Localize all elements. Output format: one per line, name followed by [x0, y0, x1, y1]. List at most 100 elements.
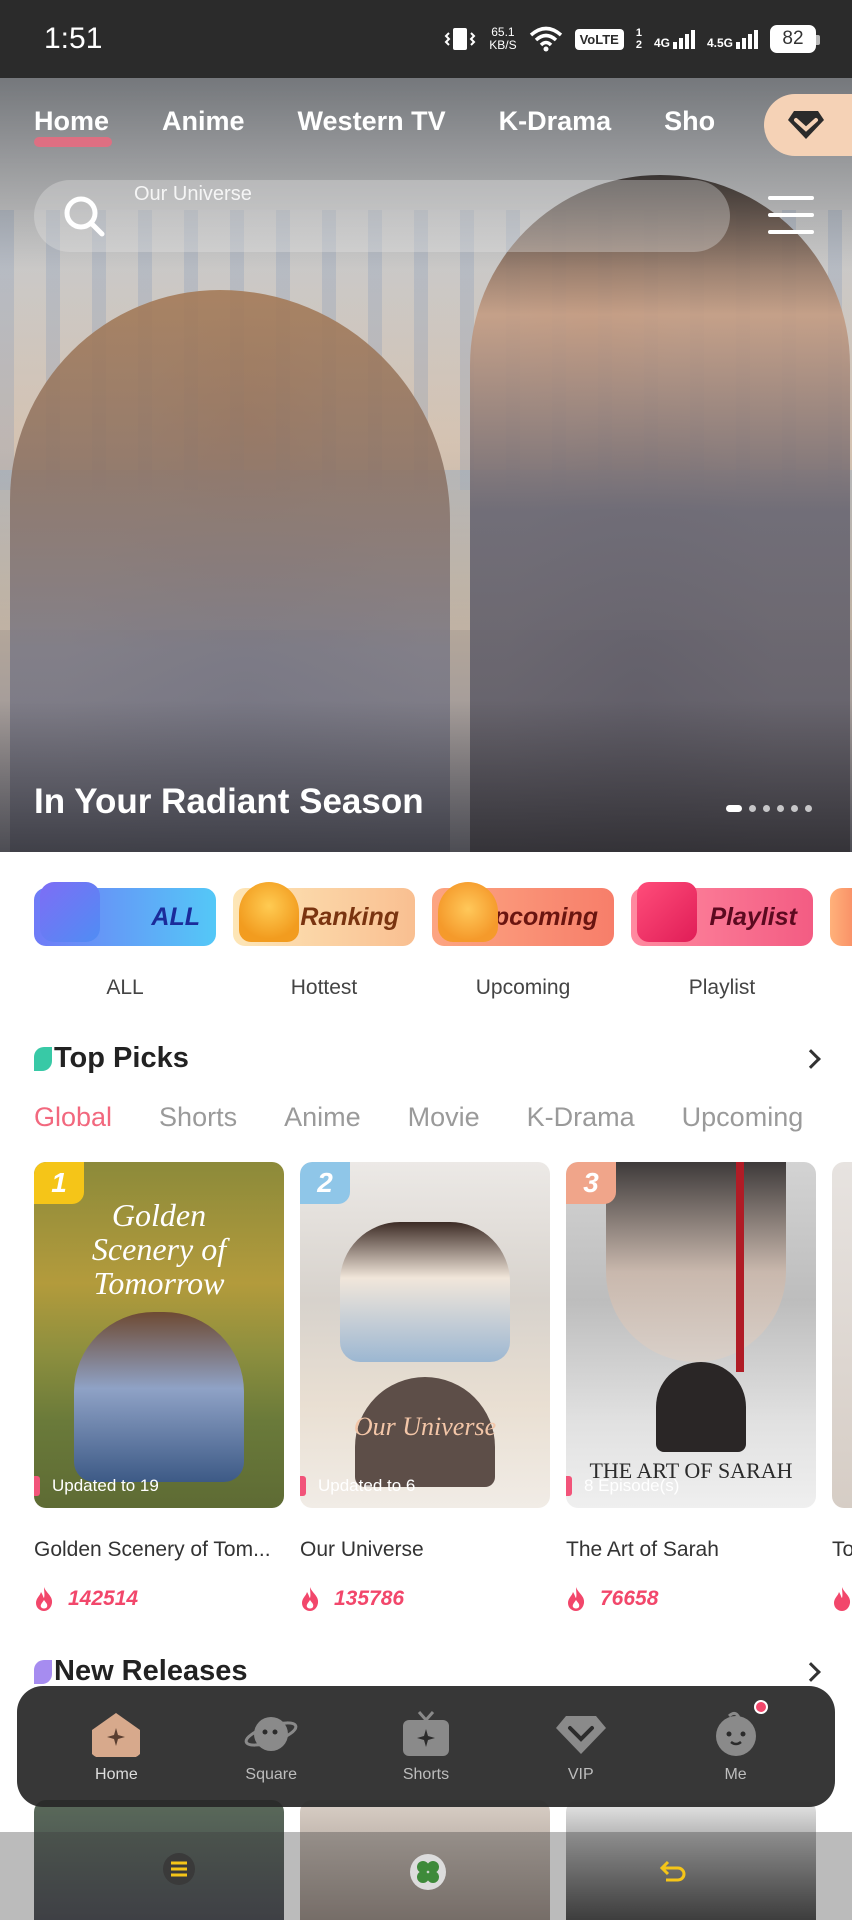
- battery-icon: 82: [770, 25, 820, 53]
- carousel-dots: [726, 805, 812, 812]
- signal-icon: [736, 30, 758, 49]
- category-label: Ranking: [300, 902, 399, 931]
- battery-level: 82: [782, 28, 804, 49]
- signal-1: 4G: [654, 29, 695, 49]
- signal-2: 4.5G: [707, 29, 758, 49]
- tab-anime[interactable]: Anime: [284, 1102, 361, 1133]
- category-label: ALL: [151, 902, 200, 931]
- carousel-dot[interactable]: [805, 805, 812, 812]
- carousel-dot[interactable]: [749, 805, 756, 812]
- menu-icon[interactable]: [768, 196, 814, 234]
- return-arrow-icon: [659, 1860, 686, 1882]
- tab-movie[interactable]: Movie: [408, 1102, 480, 1133]
- show-title[interactable]: Golden Scenery of Tom...: [34, 1538, 284, 1562]
- menu-lines-icon: [163, 1853, 195, 1885]
- heat-count: 135786: [300, 1586, 550, 1612]
- chevron-right-icon[interactable]: [801, 1661, 821, 1682]
- nav-label: Me: [724, 1765, 747, 1783]
- carousel-dot[interactable]: [763, 805, 770, 812]
- home-icon: [92, 1712, 141, 1757]
- poster-face: [606, 1162, 786, 1362]
- carousel-dot[interactable]: [726, 805, 742, 812]
- wifi-icon: [529, 26, 562, 52]
- show-card[interactable]: Our Universe 2 Updated to 6 Our Universe…: [300, 1162, 550, 1612]
- show-poster[interactable]: THE ART OF SARAH 3 8 Episode(s): [566, 1162, 816, 1508]
- show-card[interactable]: To: [832, 1162, 852, 1612]
- rank-badge: 1: [34, 1162, 84, 1204]
- network-speed-unit: KB/S: [489, 38, 517, 52]
- poster-figures: [74, 1312, 244, 1482]
- tab-k-drama[interactable]: K-Drama: [499, 106, 612, 137]
- show-card[interactable]: Golden Scenery of Tomorrow 1 Updated to …: [34, 1162, 284, 1612]
- rank-badge: 3: [566, 1162, 616, 1204]
- category-ranking-button[interactable]: Ranking: [233, 882, 415, 946]
- nav-vip[interactable]: VIP: [521, 1710, 641, 1784]
- category-shortcuts: ALL Ranking Upcoming Playlist: [34, 882, 813, 946]
- category-caption: Hottest: [290, 976, 358, 999]
- sim1-label: 1: [635, 27, 642, 39]
- calendar-icon: [40, 882, 100, 942]
- top-picks-tabs: Global Shorts Anime Movie K-Drama Upcomi…: [34, 1102, 803, 1133]
- rank-badge: 2: [300, 1162, 350, 1204]
- tab-shows[interactable]: Sho: [664, 106, 715, 137]
- poster-figure: [656, 1362, 746, 1452]
- vip-button[interactable]: [764, 94, 852, 156]
- show-poster[interactable]: [832, 1162, 852, 1508]
- nav-shorts[interactable]: Shorts: [366, 1710, 486, 1784]
- search-placeholder: Our Universe: [134, 182, 252, 205]
- category-upcoming-button[interactable]: Upcoming: [432, 882, 614, 946]
- nav-label: Shorts: [402, 1765, 450, 1783]
- category-all-button[interactable]: ALL: [34, 882, 216, 946]
- diamond-icon: [788, 111, 824, 139]
- poster-title-art: Our Universe: [353, 1412, 497, 1441]
- heat-count: 76658: [566, 1586, 816, 1612]
- category-more-button[interactable]: [830, 888, 852, 946]
- tab-shorts[interactable]: Shorts: [159, 1102, 237, 1133]
- show-title[interactable]: Our Universe: [300, 1538, 550, 1562]
- tab-anime[interactable]: Anime: [162, 106, 245, 137]
- tab-global[interactable]: Global: [34, 1102, 112, 1133]
- carousel-dot[interactable]: [777, 805, 784, 812]
- nav-label: Square: [245, 1765, 297, 1783]
- flame-icon: [302, 1587, 319, 1611]
- gesture-area: [0, 1832, 852, 1920]
- search-icon: [64, 196, 105, 237]
- nav-home[interactable]: Home: [56, 1710, 176, 1784]
- show-card[interactable]: THE ART OF SARAH 3 8 Episode(s) The Art …: [566, 1162, 816, 1612]
- trophy-icon: [239, 882, 299, 942]
- update-status: Updated to 19: [34, 1476, 159, 1496]
- carousel-dot[interactable]: [791, 805, 798, 812]
- show-poster[interactable]: Golden Scenery of Tomorrow 1 Updated to …: [34, 1162, 284, 1508]
- update-status: 8 Episode(s): [566, 1476, 679, 1496]
- category-label: Playlist: [709, 902, 797, 931]
- show-title[interactable]: The Art of Sarah: [566, 1538, 816, 1562]
- section-title: New Releases: [54, 1655, 248, 1687]
- chevron-right-icon[interactable]: [801, 1048, 821, 1069]
- flame-icon: [834, 1587, 851, 1611]
- new-releases-header[interactable]: New Releases: [34, 1655, 821, 1688]
- face-icon: [715, 1711, 756, 1756]
- show-poster[interactable]: Our Universe 2 Updated to 6: [300, 1162, 550, 1508]
- hero-title[interactable]: In Your Radiant Season: [34, 782, 424, 822]
- nav-me[interactable]: Me: [676, 1699, 796, 1784]
- tab-home[interactable]: Home: [34, 106, 113, 147]
- notification-dot: [753, 1699, 768, 1714]
- tab-upcoming[interactable]: Upcoming: [682, 1102, 804, 1133]
- nav-square[interactable]: Square: [211, 1710, 331, 1784]
- section-marker-icon: [34, 1046, 52, 1071]
- poster-figures: [340, 1222, 510, 1362]
- top-picks-header[interactable]: Top Picks: [34, 1042, 821, 1075]
- tab-k-drama[interactable]: K-Drama: [527, 1102, 635, 1133]
- heat-value: 135786: [334, 1587, 405, 1610]
- search-bar[interactable]: Our Universe: [34, 180, 730, 252]
- heat-count: 142514: [34, 1586, 284, 1612]
- heat-value: 142514: [68, 1587, 139, 1610]
- category-playlist-button[interactable]: Playlist: [631, 882, 813, 946]
- top-category-tabs: Home Anime Western TV K-Drama Sho: [34, 106, 715, 147]
- network-type-1: 4G: [653, 36, 670, 50]
- section-title: Top Picks: [54, 1042, 189, 1074]
- volte-badge: VoLTE: [574, 28, 624, 50]
- planet-icon: [244, 1716, 298, 1751]
- show-title[interactable]: To: [832, 1538, 852, 1562]
- tab-western-tv[interactable]: Western TV: [298, 106, 446, 137]
